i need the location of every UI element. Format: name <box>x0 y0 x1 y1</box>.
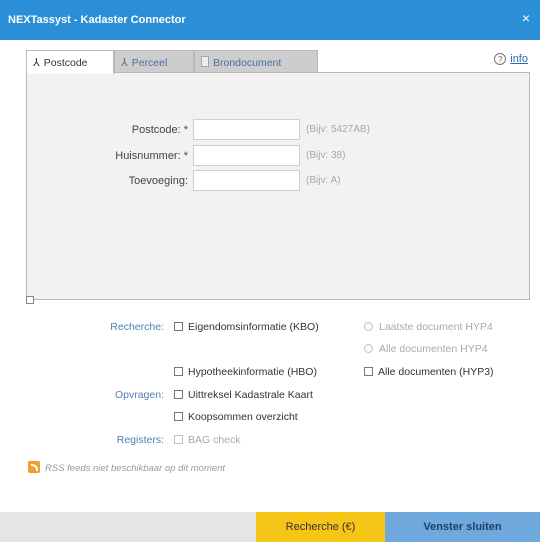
kbo-label: Eigendomsinformatie (KBO) <box>188 321 319 333</box>
tab-label: Postcode <box>43 57 88 69</box>
tab-label: Perceel <box>131 57 168 69</box>
postcode-hint: (Bijv: 5427AB) <box>306 124 370 135</box>
tab-postcode[interactable]: ⅄ Postcode <box>26 50 114 74</box>
tab-perceel[interactable]: ⅄ Perceel <box>114 50 194 73</box>
alle-hyp3-label: Alle documenten (HYP3) <box>378 366 494 378</box>
huisnummer-hint: (Bijv: 38) <box>306 150 346 161</box>
help-icon: ? <box>494 53 507 65</box>
hbo-checkbox[interactable]: Hypotheekinformatie (HBO) <box>174 366 317 378</box>
checkbox-box <box>174 390 183 399</box>
laatste-hyp4-radio[interactable]: Laatste document HYP4 <box>364 321 493 333</box>
tab-brondocument[interactable]: Brondocument <box>194 50 318 73</box>
alle-hyp3-checkbox[interactable]: Alle documenten (HYP3) <box>364 366 494 378</box>
close-icon[interactable]: × <box>518 10 534 28</box>
hbo-label: Hypotheekinformatie (HBO) <box>188 366 317 378</box>
window-title: NEXTassyst - Kadaster Connector <box>8 14 186 26</box>
close-window-button[interactable]: Venster sluiten <box>385 512 540 542</box>
rss-text: RSS feeds niet beschikbaar op dit moment <box>45 463 226 474</box>
opvragen-label: Opvragen: <box>114 389 164 401</box>
info-label[interactable]: info <box>510 53 528 65</box>
checkbox-box <box>174 412 183 421</box>
alle-hyp4-radio[interactable]: Alle documenten HYP4 <box>364 343 488 355</box>
toevoeging-hint: (Bijv: A) <box>306 175 341 186</box>
huisnummer-label: Huisnummer: * <box>115 150 188 162</box>
bag-check-label: BAG check <box>188 434 241 446</box>
checkbox-box <box>174 435 183 444</box>
search-button[interactable]: Recherche (€) <box>256 512 385 542</box>
info-link[interactable]: ? info <box>494 53 528 65</box>
kadastrale-kaart-checkbox[interactable]: Uittreksel Kadastrale Kaart <box>174 389 313 401</box>
postcode-label: Postcode: * <box>131 124 188 136</box>
checkbox-box <box>364 367 373 376</box>
postcode-input[interactable] <box>193 119 300 140</box>
checkbox-box <box>174 367 183 376</box>
compass-icon: ⅄ <box>121 57 128 69</box>
radio-circle <box>364 344 373 353</box>
resize-handle[interactable] <box>26 296 34 304</box>
recherche-label: Recherche: <box>110 321 164 333</box>
kadastrale-kaart-label: Uittreksel Kadastrale Kaart <box>188 389 313 401</box>
laatste-hyp4-label: Laatste document HYP4 <box>379 321 493 333</box>
radio-circle <box>364 322 373 331</box>
koopsommen-checkbox[interactable]: Koopsommen overzicht <box>174 411 298 423</box>
registers-label: Registers: <box>116 434 164 446</box>
kbo-checkbox[interactable]: Eigendomsinformatie (KBO) <box>174 321 319 333</box>
tab-label: Brondocument <box>213 57 282 69</box>
koopsommen-label: Koopsommen overzicht <box>188 411 298 423</box>
rss-notice: RSS feeds niet beschikbaar op dit moment <box>28 461 225 474</box>
toevoeging-input[interactable] <box>193 170 300 191</box>
document-icon <box>201 56 209 67</box>
title-bar: NEXTassyst - Kadaster Connector × <box>0 0 540 40</box>
rss-icon <box>28 461 40 473</box>
bag-check-checkbox[interactable]: BAG check <box>174 434 241 446</box>
checkbox-box <box>174 322 183 331</box>
person-icon: ⅄ <box>33 57 40 69</box>
alle-hyp4-label: Alle documenten HYP4 <box>379 343 488 355</box>
huisnummer-input[interactable] <box>193 145 300 166</box>
toevoeging-label: Toevoeging: <box>128 175 188 187</box>
